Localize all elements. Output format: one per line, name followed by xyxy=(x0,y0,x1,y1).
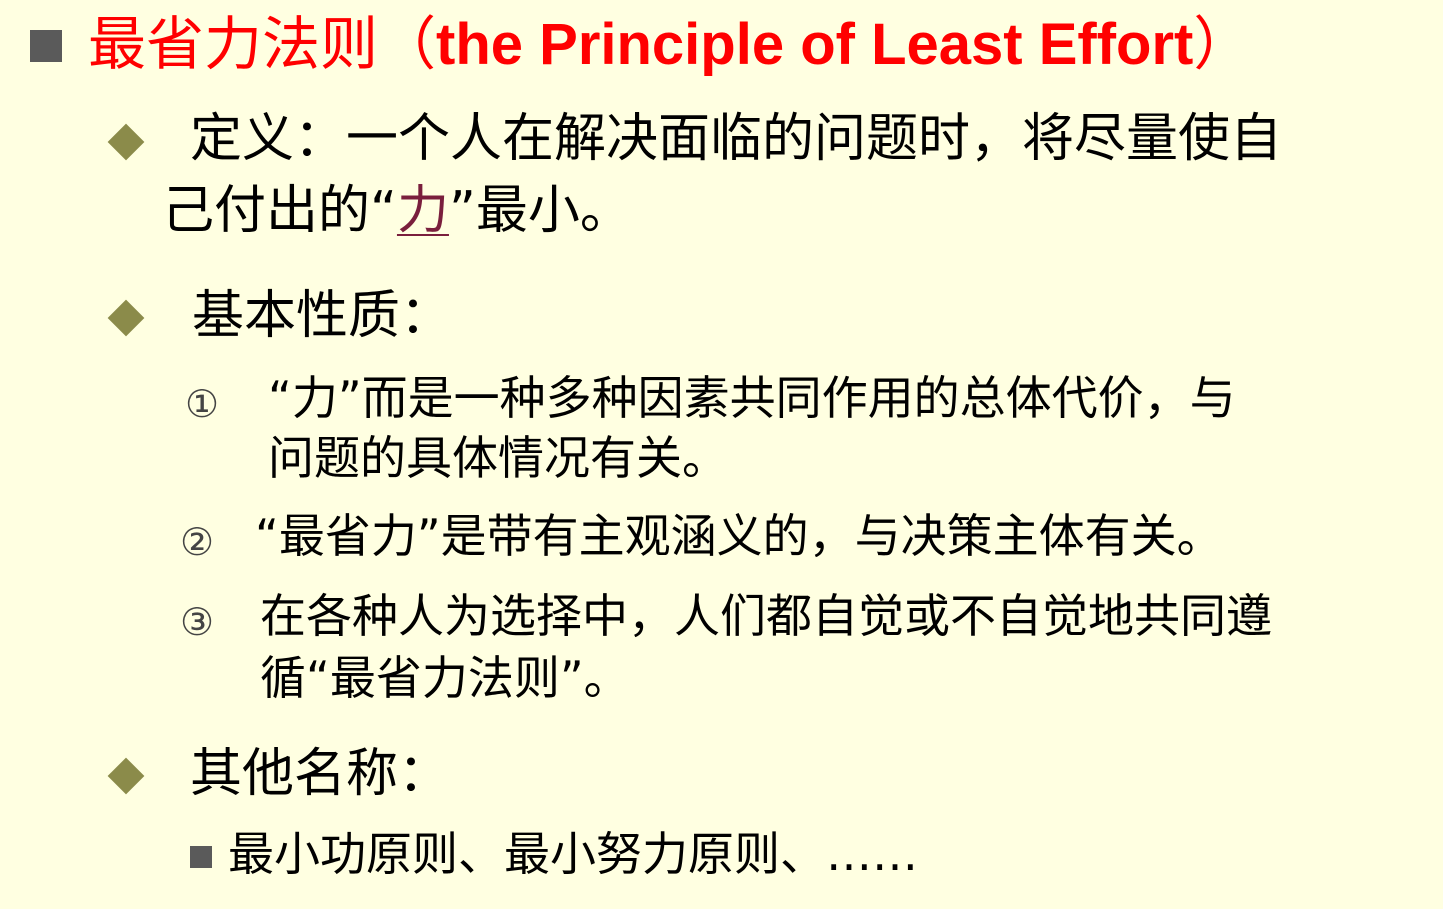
property-1-line-2: 问题的具体情况有关。 xyxy=(268,431,728,485)
property-1-line-1: “力”而是一种多种因素共同作用的总体代价，与 xyxy=(268,371,1236,425)
property-3-line-1: 在各种人为选择中，人们都自觉或不自觉地共同遵 xyxy=(260,589,1272,643)
diamond-bullet-other-names xyxy=(107,757,145,795)
title-zh: 最省力法则（ xyxy=(88,10,437,78)
definition-link-li[interactable]: 力 xyxy=(397,181,449,241)
diamond-bullet-definition xyxy=(107,123,145,161)
title-close-paren: ） xyxy=(1193,10,1252,78)
circled-number-3: ③ xyxy=(180,600,215,644)
definition-line-2: 己付出的“力”最小。 xyxy=(162,176,632,246)
other-names-square-bullet xyxy=(190,846,212,868)
property-3-line-2: 循“最省力法则”。 xyxy=(260,651,630,705)
definition-line-1: 定义：一个人在解决面临的问题时，将尽量使自 xyxy=(190,109,1283,169)
page-title: 最省力法则（the Principle of Least Effort） xyxy=(88,6,1251,83)
other-names-heading: 其他名称： xyxy=(190,744,451,804)
circled-number-1: ① xyxy=(185,382,220,426)
diamond-bullet-properties xyxy=(107,299,145,337)
definition-line-2-post: ”最小。 xyxy=(448,181,632,241)
title-en: the Principle of Least Effort xyxy=(436,12,1194,77)
properties-heading: 基本性质： xyxy=(192,286,453,346)
definition-line-2-pre: 己付出的“ xyxy=(162,181,397,241)
circled-number-2: ② xyxy=(180,520,215,564)
other-names-text: 最小功原则、最小努力原则、…… xyxy=(228,827,918,881)
property-2-line-1: “最省力”是带有主观涵义的，与决策主体有关。 xyxy=(255,509,1223,563)
title-square-bullet xyxy=(30,30,62,62)
